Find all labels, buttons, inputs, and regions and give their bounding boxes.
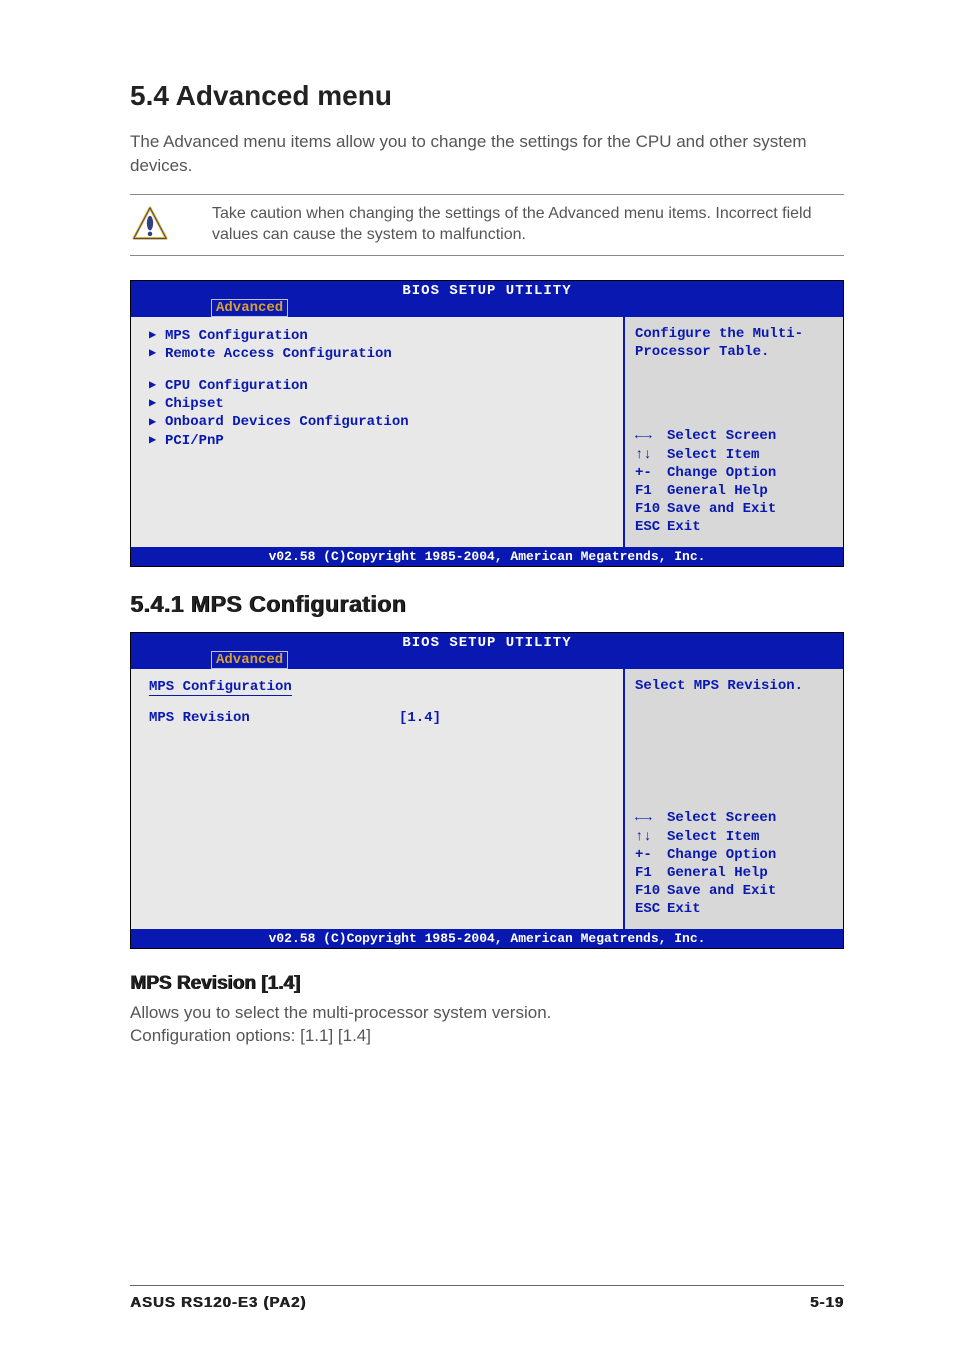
bios-nav-help: ←→Select Screen ↑↓Select Item +-Change O…: [635, 427, 833, 536]
submenu-arrow-icon: ▶: [149, 396, 165, 412]
bios-title: BIOS SETUP UTILITY: [131, 283, 843, 299]
menu-item-cpu-config[interactable]: ▶ CPU Configuration: [149, 377, 605, 395]
bios-nav-help: ←→Select Screen ↑↓Select Item +-Change O…: [635, 809, 833, 918]
footer-page-number: 5-19: [810, 1294, 844, 1311]
item-description: Allows you to select the multi-processor…: [130, 1001, 844, 1025]
bios-footer: v02.58 (C)Copyright 1985-2004, American …: [131, 547, 843, 566]
caution-icon: [130, 203, 172, 247]
item-config-options: Configuration options: [1.1] [1.4]: [130, 1024, 844, 1048]
submenu-arrow-icon: ▶: [149, 346, 165, 362]
bios-help-text: Select MPS Revision.: [635, 677, 833, 695]
menu-item-chipset[interactable]: ▶ Chipset: [149, 395, 605, 413]
intro-text: The Advanced menu items allow you to cha…: [130, 130, 844, 178]
subsection-heading: 5.4.1 MPS Configuration: [130, 591, 844, 618]
bios-tab-advanced[interactable]: Advanced: [211, 299, 288, 317]
bios-screen-mps-config: BIOS SETUP UTILITY Advanced MPS Configur…: [130, 632, 844, 949]
bios-footer: v02.58 (C)Copyright 1985-2004, American …: [131, 929, 843, 948]
bios-help-text: Configure the Multi- Processor Table.: [635, 325, 833, 361]
submenu-arrow-icon: ▶: [149, 328, 165, 344]
submenu-arrow-icon: ▶: [149, 415, 165, 431]
submenu-arrow-icon: ▶: [149, 433, 165, 449]
config-heading: MPS Configuration: [149, 679, 292, 696]
menu-item-mps-config[interactable]: ▶ MPS Configuration: [149, 327, 605, 345]
menu-item-onboard-devices[interactable]: ▶ Onboard Devices Configuration: [149, 413, 605, 431]
bios-screen-advanced: BIOS SETUP UTILITY Advanced ▶ MPS Config…: [130, 280, 844, 567]
caution-box: Take caution when changing the settings …: [130, 194, 844, 256]
section-heading: 5.4 Advanced menu: [130, 80, 844, 112]
footer-model: ASUS RS120-E3 (PA2): [130, 1294, 306, 1311]
item-heading: MPS Revision [1.4]: [130, 973, 844, 995]
config-item-mps-revision[interactable]: MPS Revision [1.4]: [149, 710, 605, 726]
menu-item-remote-access[interactable]: ▶ Remote Access Configuration: [149, 345, 605, 363]
submenu-arrow-icon: ▶: [149, 378, 165, 394]
menu-item-pci-pnp[interactable]: ▶ PCI/PnP: [149, 432, 605, 450]
bios-title: BIOS SETUP UTILITY: [131, 635, 843, 651]
page-footer: ASUS RS120-E3 (PA2) 5-19: [130, 1285, 844, 1311]
bios-tab-advanced[interactable]: Advanced: [211, 651, 288, 669]
caution-text: Take caution when changing the settings …: [172, 203, 844, 247]
